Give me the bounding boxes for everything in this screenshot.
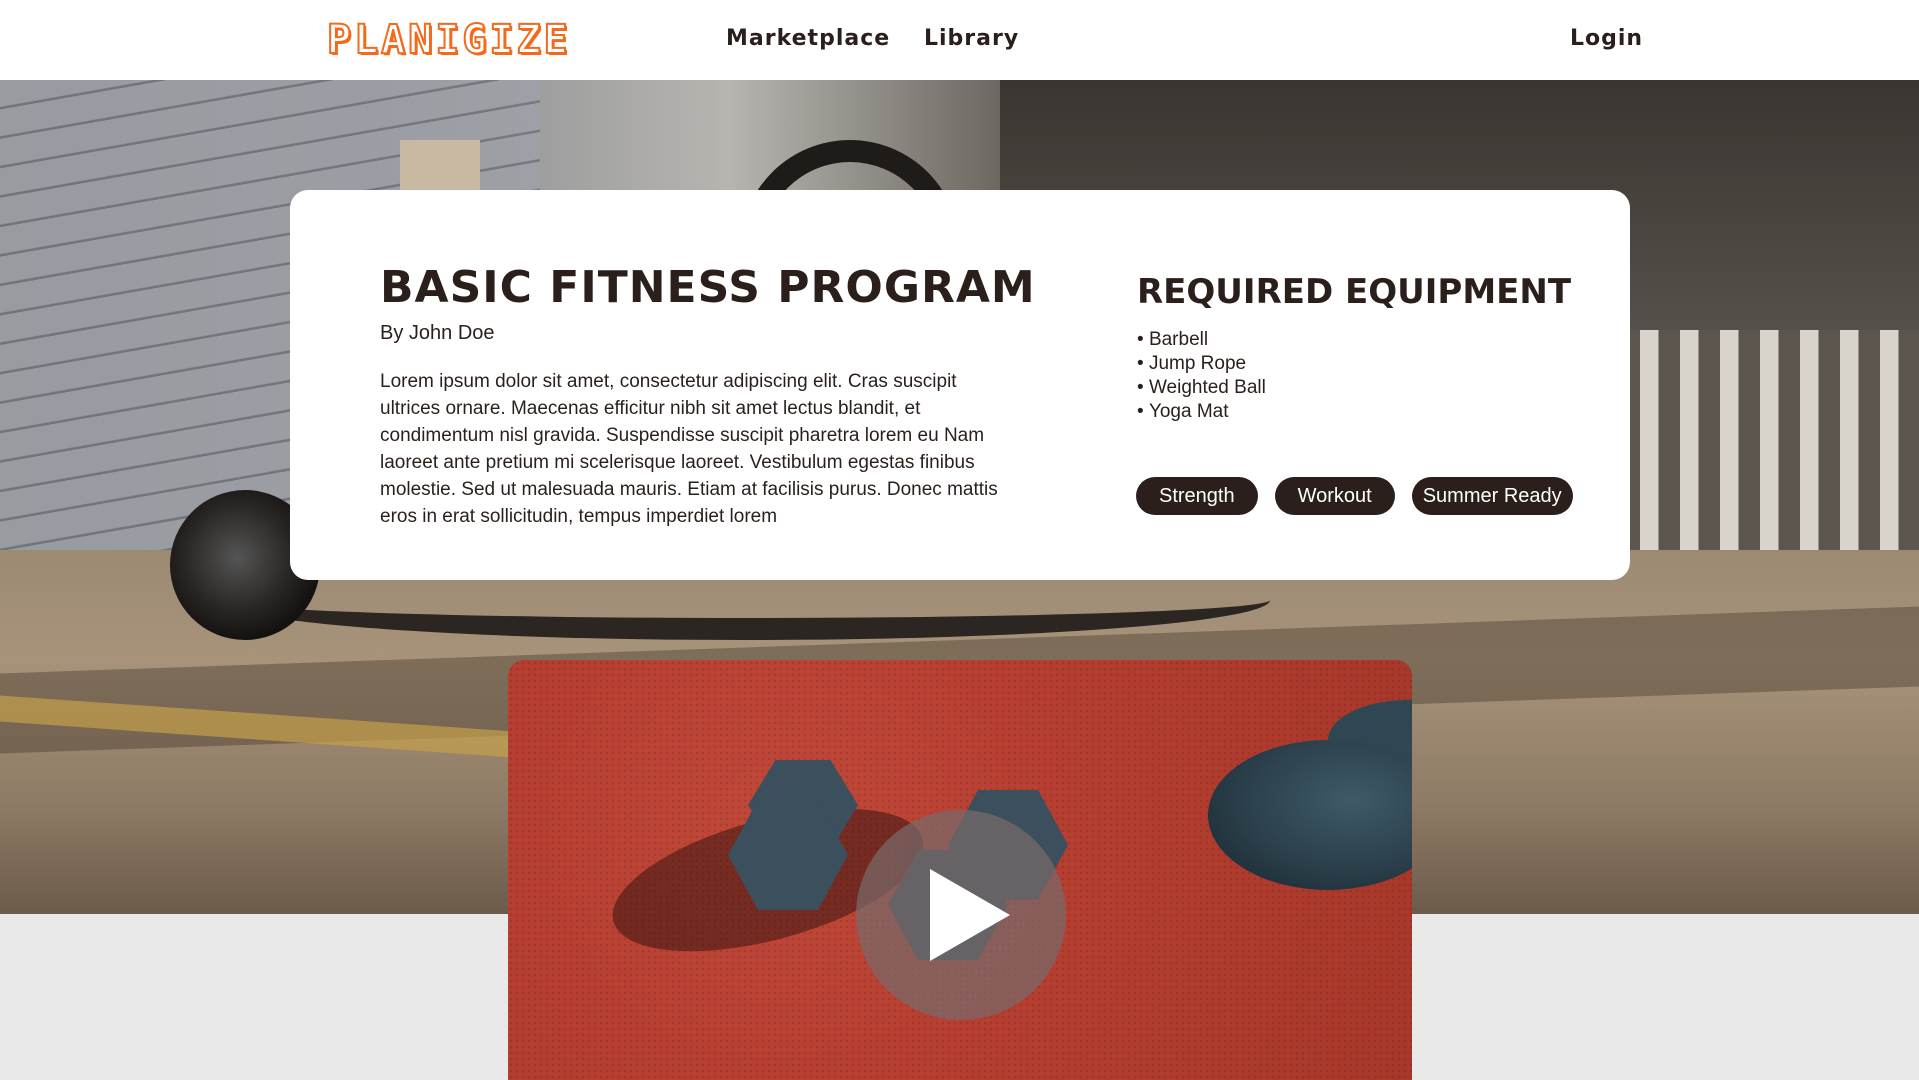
tag-workout[interactable]: Workout [1274, 477, 1395, 515]
program-info-card: Basic Fitness Program By John Doe Lorem … [290, 190, 1630, 580]
top-navbar: PLANIGIZE Marketplace Library Login [0, 0, 1919, 80]
equipment-list: Barbell Jump Rope Weighted Ball Yoga Mat [1137, 328, 1266, 424]
equipment-item: Weighted Ball [1137, 376, 1266, 400]
equipment-item: Jump Rope [1137, 352, 1266, 376]
brand-logo[interactable]: PLANIGIZE [326, 17, 571, 63]
tag-summer-ready[interactable]: Summer Ready [1411, 477, 1573, 515]
login-link[interactable]: Login [1570, 26, 1643, 51]
equipment-item: Barbell [1137, 328, 1266, 352]
equipment-item: Yoga Mat [1137, 400, 1266, 424]
program-video[interactable] [508, 660, 1412, 1080]
nav-marketplace-link[interactable]: Marketplace [726, 26, 890, 51]
play-icon [930, 869, 1010, 961]
nav-library-link[interactable]: Library [924, 26, 1019, 51]
program-description: Lorem ipsum dolor sit amet, consectetur … [380, 371, 998, 527]
program-author: By John Doe [380, 322, 495, 344]
tag-strength[interactable]: Strength [1136, 477, 1258, 515]
program-title: Basic Fitness Program [380, 262, 1036, 313]
equipment-title: Required Equipment [1137, 272, 1572, 312]
tag-list: Strength Workout Summer Ready [1136, 477, 1573, 515]
play-button[interactable] [856, 810, 1066, 1020]
